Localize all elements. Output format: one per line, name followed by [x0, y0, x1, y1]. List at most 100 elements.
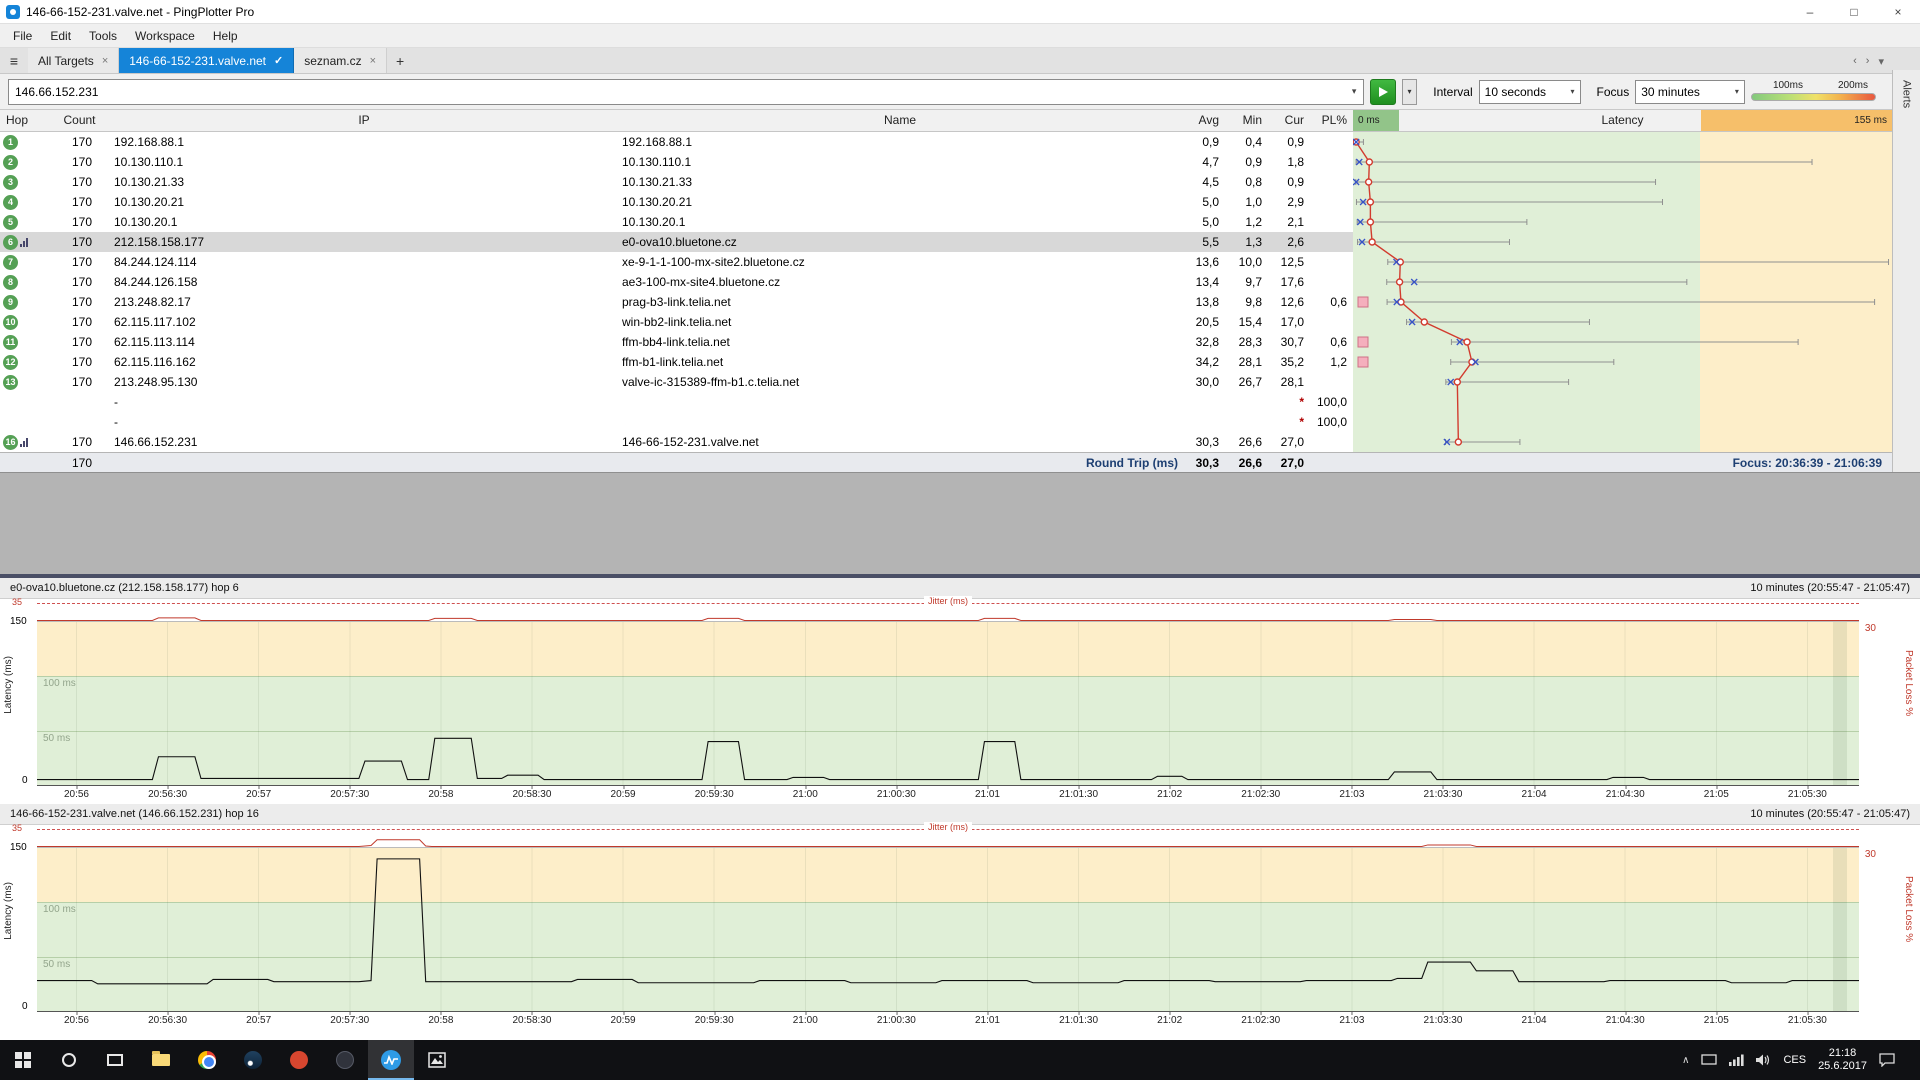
table-row[interactable]: 13170213.248.95.130valve-ic-315389-ffm-b…: [0, 372, 1353, 392]
start-button[interactable]: [0, 1040, 46, 1080]
tab-list-dropdown-icon[interactable]: ▾: [1878, 55, 1884, 68]
tab-all-targets[interactable]: All Targets×: [28, 48, 119, 73]
latency-plot-area[interactable]: 100 ms 50 ms: [37, 847, 1859, 1012]
target-dropdown-icon[interactable]: ▾: [1345, 86, 1363, 97]
focus-select[interactable]: 30 minutes ▾: [1635, 80, 1745, 104]
x-axis-label: 21:02: [1157, 789, 1182, 800]
tab-seznam-cz[interactable]: seznam.cz×: [294, 48, 387, 73]
table-row[interactable]: 9170213.248.82.17prag-b3-link.telia.net1…: [0, 292, 1353, 312]
notification-center-icon[interactable]: [1879, 1053, 1895, 1067]
menu-item-edit[interactable]: Edit: [41, 29, 80, 43]
tab-bar: ≡ All Targets×146-66-152-231.valve.net✓s…: [0, 48, 1920, 74]
table-row[interactable]: -*100,0: [0, 392, 1353, 412]
pingplotter-taskbar-button[interactable]: [368, 1040, 414, 1080]
column-header-pl[interactable]: PL%: [1310, 110, 1353, 131]
chevron-down-icon: ▾: [1735, 87, 1739, 96]
hop-number-badge: 1: [3, 135, 18, 150]
x-axis-label: 21:00: [793, 789, 818, 800]
column-header-avg[interactable]: Avg: [1182, 110, 1225, 131]
column-header-hop[interactable]: Hop: [0, 110, 49, 131]
table-row[interactable]: 6170212.158.158.177e0-ova10.bluetone.cz5…: [0, 232, 1353, 252]
column-header-min[interactable]: Min: [1225, 110, 1268, 131]
x-axis-label: 21:04:30: [1606, 1015, 1645, 1026]
close-button[interactable]: ×: [1876, 0, 1920, 23]
language-indicator[interactable]: CES: [1783, 1054, 1806, 1066]
column-header-cur[interactable]: Cur: [1268, 110, 1310, 131]
tab-check-icon: ✓: [274, 54, 283, 67]
table-row[interactable]: 16170146.66.152.231146-66-152-231.valve.…: [0, 432, 1353, 452]
menu-item-workspace[interactable]: Workspace: [126, 29, 204, 43]
tab-close-icon[interactable]: ×: [370, 55, 376, 67]
tab-menu-icon[interactable]: ≡: [0, 48, 28, 73]
x-axis-label: 21:05:30: [1788, 1015, 1827, 1026]
alerts-side-tab[interactable]: Alerts: [1892, 70, 1920, 472]
trace-table-body: 1170192.168.88.1192.168.88.10,90,40,9217…: [0, 132, 1920, 452]
table-row[interactable]: 1170192.168.88.1192.168.88.10,90,40,9: [0, 132, 1353, 152]
table-row[interactable]: 1217062.115.116.162ffm-b1-link.telia.net…: [0, 352, 1353, 372]
tab-scroll-left-icon[interactable]: ‹: [1853, 55, 1857, 67]
column-header-ip[interactable]: IP: [110, 110, 618, 131]
table-row[interactable]: 317010.130.21.3310.130.21.334,50,80,9: [0, 172, 1353, 192]
photos-button[interactable]: [414, 1040, 460, 1080]
task-view-button[interactable]: [92, 1040, 138, 1080]
hop-number-badge: 13: [3, 375, 18, 390]
x-axis-label: 20:56:30: [148, 789, 187, 800]
steam-button[interactable]: [230, 1040, 276, 1080]
alerts-label: Alerts: [1901, 80, 1913, 472]
toolbar: ▾ ▾ Interval 10 seconds ▾ Focus 30 minut…: [0, 74, 1920, 110]
table-row[interactable]: 817084.244.126.158ae3-100-mx-site4.bluet…: [0, 272, 1353, 292]
x-axis-label: 21:02:30: [1241, 1015, 1280, 1026]
timeline-graph-hop-6: e0-ova10.bluetone.cz (212.158.158.177) h…: [0, 578, 1920, 804]
menu-item-help[interactable]: Help: [204, 29, 247, 43]
x-axis-label: 20:57:30: [330, 789, 369, 800]
latency-plot-area[interactable]: 100 ms 50 ms: [37, 621, 1859, 786]
search-button[interactable]: [46, 1040, 92, 1080]
pingplotter-icon: [381, 1050, 401, 1070]
packet-loss-axis-title: Packet Loss %: [1903, 876, 1914, 942]
table-row[interactable]: -*100,0: [0, 412, 1353, 432]
minimize-button[interactable]: –: [1788, 0, 1832, 23]
round-trip-label: Round Trip (ms): [618, 453, 1182, 472]
media-app-button[interactable]: [322, 1040, 368, 1080]
chevron-down-icon: ▾: [1571, 87, 1575, 96]
file-explorer-button[interactable]: [138, 1040, 184, 1080]
network-icon[interactable]: [1729, 1054, 1744, 1066]
table-row[interactable]: 217010.130.110.110.130.110.14,70,91,8: [0, 152, 1353, 172]
summary-cur: 27,0: [1268, 453, 1310, 472]
tab-scroll-right-icon[interactable]: ›: [1866, 55, 1870, 67]
column-header-count[interactable]: Count: [49, 110, 110, 131]
table-row[interactable]: 417010.130.20.2110.130.20.215,01,02,9: [0, 192, 1353, 212]
table-row[interactable]: 1117062.115.113.114ffm-bb4-link.telia.ne…: [0, 332, 1353, 352]
menu-item-tools[interactable]: Tools: [80, 29, 126, 43]
latency-scale-legend[interactable]: 100ms 200ms: [1751, 80, 1876, 104]
hidden-icons-chevron[interactable]: ∧: [1682, 1055, 1689, 1066]
jitter-label: Jitter (ms): [924, 822, 972, 832]
column-header-name[interactable]: Name: [618, 110, 1182, 131]
menu-item-file[interactable]: File: [4, 29, 41, 43]
tab-close-icon[interactable]: ×: [102, 55, 108, 67]
target-combo: ▾: [8, 79, 1364, 105]
time-axis: 20:5620:56:3020:5720:57:3020:5820:58:302…: [37, 786, 1859, 804]
maximize-button[interactable]: □: [1832, 0, 1876, 23]
target-input[interactable]: [9, 80, 1345, 104]
game-app-button[interactable]: [276, 1040, 322, 1080]
table-row[interactable]: 1017062.115.117.102win-bb2-link.telia.ne…: [0, 312, 1353, 332]
taskbar-clock[interactable]: 21:18 25.6.2017: [1818, 1047, 1867, 1073]
x-axis-label: 20:59: [611, 1015, 636, 1026]
table-row[interactable]: 717084.244.124.114xe-9-1-1-100-mx-site2.…: [0, 252, 1353, 272]
volume-icon[interactable]: [1756, 1054, 1771, 1066]
interval-select[interactable]: 10 seconds ▾: [1479, 80, 1581, 104]
tab-146-66-152-231-valve-net[interactable]: 146-66-152-231.valve.net✓: [119, 48, 294, 73]
x-axis-label: 21:05:30: [1788, 789, 1827, 800]
hop-number-badge: 11: [3, 335, 18, 350]
time-axis: 20:5620:56:3020:5720:57:3020:5820:58:302…: [37, 1012, 1859, 1030]
x-axis-label: 21:05: [1704, 789, 1729, 800]
table-row[interactable]: 517010.130.20.110.130.20.15,01,22,1: [0, 212, 1353, 232]
start-trace-button[interactable]: [1370, 79, 1395, 105]
new-tab-button[interactable]: +: [387, 48, 413, 73]
display-icon[interactable]: [1701, 1054, 1717, 1066]
chrome-button[interactable]: [184, 1040, 230, 1080]
x-axis-label: 21:00:30: [877, 789, 916, 800]
trace-options-dropdown[interactable]: ▾: [1402, 79, 1418, 105]
x-axis-label: 21:00:30: [877, 1015, 916, 1026]
